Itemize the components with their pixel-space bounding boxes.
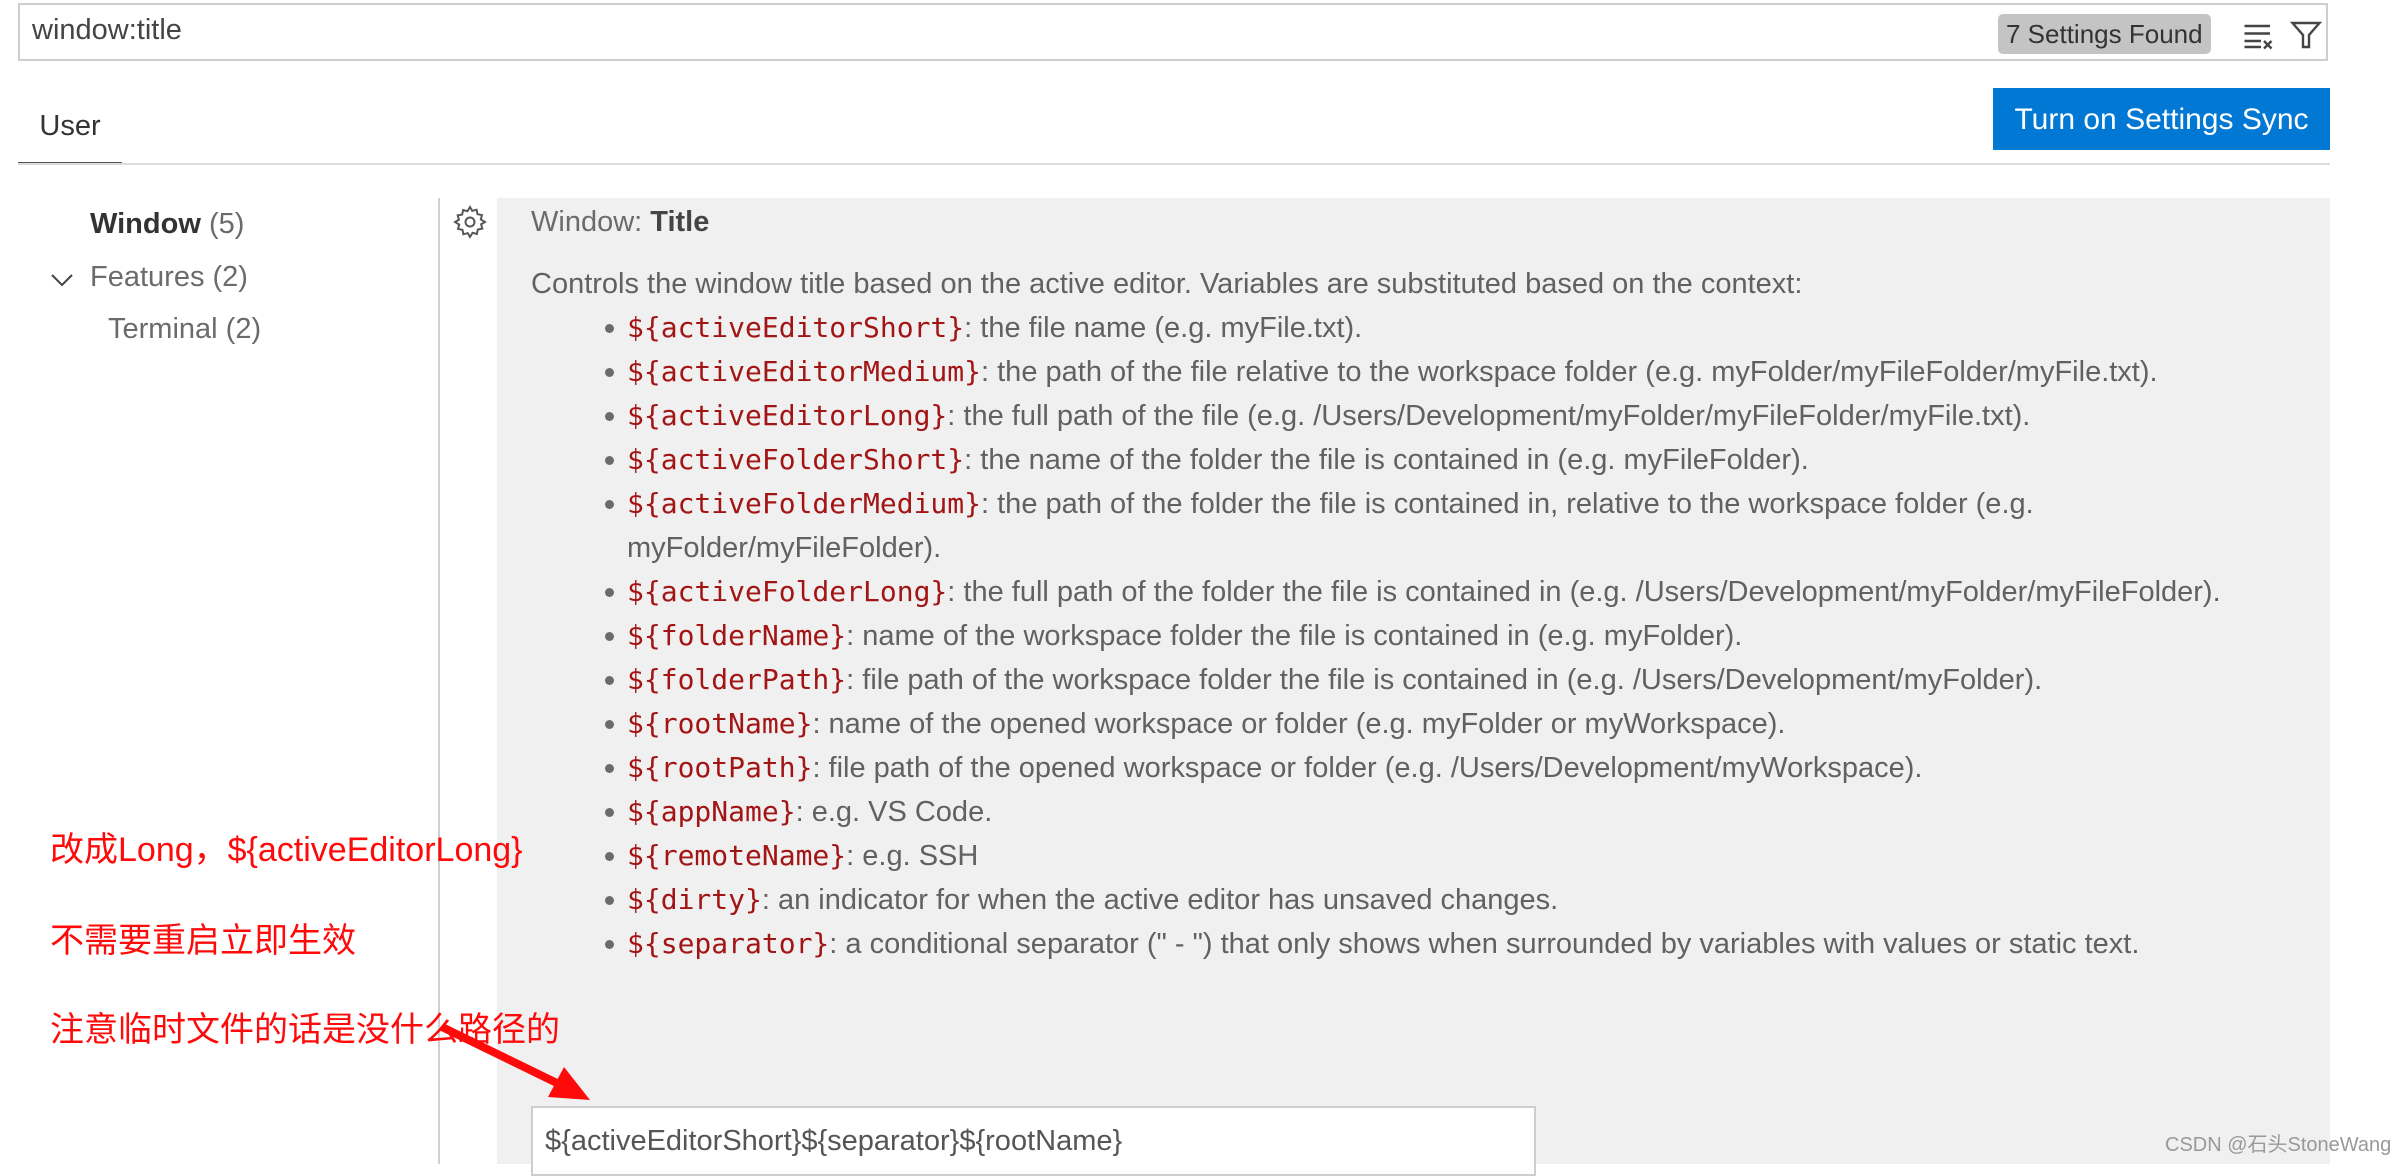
variable-description: : the file name (e.g. myFile.txt). xyxy=(964,312,1363,344)
variable-item: ${appName}: e.g. VS Code. xyxy=(605,790,2291,834)
variable-item: ${dirty}: an indicator for when the acti… xyxy=(605,878,2291,922)
variable-item: ${rootName}: name of the opened workspac… xyxy=(605,702,2291,746)
results-count-badge: 7 Settings Found xyxy=(1998,14,2211,54)
variable-code: ${folderName} xyxy=(627,619,847,652)
window-title-input[interactable] xyxy=(531,1106,1536,1176)
description-text: Controls the window title based on the a… xyxy=(531,268,1803,300)
variable-description: : the full path of the file (e.g. /Users… xyxy=(947,400,2031,432)
variable-item: ${remoteName}: e.g. SSH xyxy=(605,834,2291,878)
variable-description: : name of the workspace folder the file … xyxy=(846,620,1743,652)
variable-item: ${activeEditorLong}: the full path of th… xyxy=(605,394,2291,438)
variable-code: ${activeFolderLong} xyxy=(627,575,948,608)
variable-description: : an indicator for when the active edito… xyxy=(761,884,1559,916)
variable-description: : the full path of the folder the file i… xyxy=(947,576,2221,608)
variable-code: ${appName} xyxy=(627,795,796,828)
variable-code: ${dirty} xyxy=(627,883,762,916)
variable-item: ${folderPath}: file path of the workspac… xyxy=(605,658,2291,702)
variable-description: : the name of the folder the file is con… xyxy=(964,444,1809,476)
tree-item-features[interactable]: Features (2) xyxy=(90,261,248,294)
variable-list: ${activeEditorShort}: the file name (e.g… xyxy=(531,306,2291,966)
annotation-note: 改成Long，${activeEditorLong} xyxy=(50,831,523,869)
variable-description: : name of the opened workspace or folder… xyxy=(812,708,1786,740)
variable-item: ${activeEditorMedium}: the path of the f… xyxy=(605,350,2291,394)
variable-item: ${activeFolderMedium}: the path of the f… xyxy=(605,482,2291,570)
variable-code: ${folderPath} xyxy=(627,663,847,696)
tree-label: Window xyxy=(90,208,201,240)
variable-item: ${folderName}: name of the workspace fol… xyxy=(605,614,2291,658)
tree-count: (2) xyxy=(225,313,262,345)
variable-description: : e.g. SSH xyxy=(846,840,979,872)
setting-description: Controls the window title based on the a… xyxy=(531,262,2291,966)
variable-description: : a conditional separator (" - ") that o… xyxy=(829,928,2140,960)
variable-item: ${activeFolderLong}: the full path of th… xyxy=(605,570,2291,614)
variable-item: ${activeFolderShort}: the name of the fo… xyxy=(605,438,2291,482)
variable-description: : e.g. VS Code. xyxy=(795,796,993,828)
tab-divider xyxy=(18,163,2330,165)
filter-icon[interactable] xyxy=(2288,17,2324,53)
tree-label: Terminal xyxy=(108,313,218,345)
variable-item: ${separator}: a conditional separator ("… xyxy=(605,922,2291,966)
setting-category: Window: xyxy=(531,206,651,238)
setting-name: Title xyxy=(650,206,710,238)
tree-item-terminal[interactable]: Terminal (2) xyxy=(108,313,261,346)
setting-title: Window: Title xyxy=(531,206,709,239)
tree-item-window[interactable]: Window (5) xyxy=(90,208,244,241)
search-input[interactable] xyxy=(30,13,1934,48)
variable-code: ${remoteName} xyxy=(627,839,847,872)
variable-description: : file path of the workspace folder the … xyxy=(846,664,2043,696)
variable-code: ${activeFolderShort} xyxy=(627,443,965,476)
variable-description: : the path of the file relative to the w… xyxy=(981,356,2158,388)
variable-code: ${activeFolderMedium} xyxy=(627,487,982,520)
variable-code: ${rootName} xyxy=(627,707,813,740)
variable-code: ${activeEditorMedium} xyxy=(627,355,982,388)
watermark: CSDN @石头StoneWang xyxy=(2165,1134,2392,1156)
settings-search: 7 Settings Found xyxy=(18,3,2328,61)
clear-filter-icon[interactable] xyxy=(2240,17,2276,53)
tree-count: (5) xyxy=(208,208,245,240)
annotation-note: 不需要重启立即生效 xyxy=(50,922,356,960)
gear-icon[interactable] xyxy=(452,204,488,240)
tree-count: (2) xyxy=(212,261,248,293)
tree-label: Features xyxy=(90,261,205,293)
annotation-note: 注意临时文件的话是没什么路径的 xyxy=(50,1011,560,1049)
variable-item: ${rootPath}: file path of the opened wor… xyxy=(605,746,2291,790)
chevron-down-icon[interactable] xyxy=(50,272,74,288)
variable-description: : file path of the opened workspace or f… xyxy=(812,752,1923,784)
settings-sync-button[interactable]: Turn on Settings Sync xyxy=(1993,88,2330,150)
variable-code: ${activeEditorLong} xyxy=(627,399,948,432)
variable-code: ${activeEditorShort} xyxy=(627,311,965,344)
variable-code: ${separator} xyxy=(627,927,830,960)
variable-code: ${rootPath} xyxy=(627,751,813,784)
variable-item: ${activeEditorShort}: the file name (e.g… xyxy=(605,306,2291,350)
tab-user[interactable]: User xyxy=(18,106,122,164)
